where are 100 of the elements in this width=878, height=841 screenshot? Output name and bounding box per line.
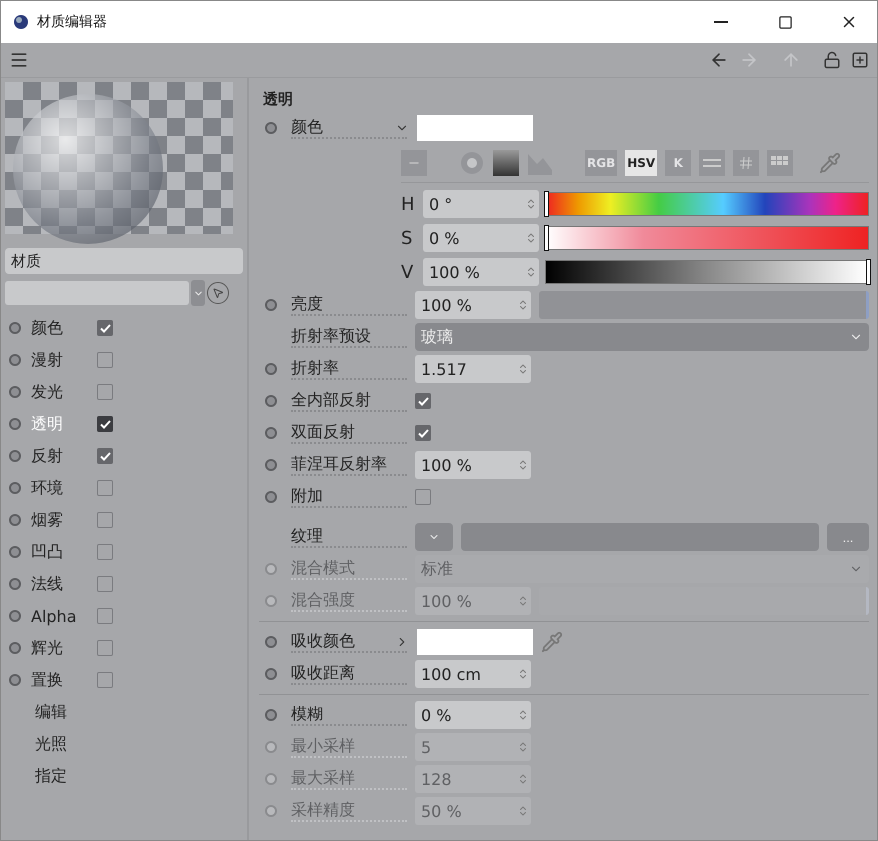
lock-icon[interactable] xyxy=(823,51,841,69)
pointer-button[interactable] xyxy=(207,282,229,304)
number-field[interactable]: 1.517 xyxy=(415,355,531,383)
channel-checkbox[interactable] xyxy=(97,352,113,368)
eyedropper-icon[interactable] xyxy=(819,152,841,174)
color-gradient-slider[interactable] xyxy=(545,226,869,250)
material-name-field[interactable]: 材质 xyxy=(5,248,243,274)
spinner-icon[interactable] xyxy=(517,668,529,680)
color-gradient-slider[interactable] xyxy=(545,260,869,284)
property-label: 纹理 xyxy=(291,526,407,548)
animation-dot-icon[interactable] xyxy=(265,427,277,439)
gradient-swatch-icon[interactable] xyxy=(493,150,519,176)
channel-checkbox[interactable] xyxy=(97,416,113,432)
animation-dot-icon[interactable] xyxy=(265,668,277,680)
channel-checkbox[interactable] xyxy=(97,512,113,528)
sidebar-item[interactable]: 光照 xyxy=(5,728,243,760)
spinner-icon[interactable] xyxy=(525,198,537,210)
channel-item[interactable]: 凹凸 xyxy=(31,542,87,562)
checkbox[interactable] xyxy=(415,489,431,505)
animation-dot-icon[interactable] xyxy=(9,674,21,686)
color-swatch[interactable] xyxy=(417,115,533,141)
channel-checkbox[interactable] xyxy=(97,320,113,336)
channel-item[interactable]: 反射 xyxy=(31,446,87,466)
sliders-icon[interactable] xyxy=(699,150,726,176)
channel-item[interactable]: 发光 xyxy=(31,382,87,402)
channel-item[interactable]: Alpha xyxy=(31,606,87,626)
channel-item[interactable]: 法线 xyxy=(31,574,87,594)
slider-fill[interactable] xyxy=(539,291,869,319)
animation-dot-icon[interactable] xyxy=(265,595,277,607)
animation-dot-icon[interactable] xyxy=(265,122,277,134)
channel-item[interactable]: 颜色 xyxy=(31,318,87,338)
slider-thumb[interactable] xyxy=(544,191,549,217)
animation-dot-icon[interactable] xyxy=(9,354,21,366)
channel-item[interactable]: 环境 xyxy=(31,478,87,498)
animation-dot-icon[interactable] xyxy=(265,773,277,785)
animation-dot-icon[interactable] xyxy=(265,459,277,471)
channel-item[interactable]: 漫射 xyxy=(31,350,87,370)
channel-label: V xyxy=(401,262,414,282)
minimize-icon xyxy=(714,21,728,23)
channel-checkbox[interactable] xyxy=(97,480,113,496)
new-window-icon[interactable] xyxy=(851,51,869,69)
animation-dot-icon[interactable] xyxy=(9,578,21,590)
channel-item[interactable]: 辉光 xyxy=(31,638,87,658)
color-mode-tab[interactable]: HSV xyxy=(625,150,658,176)
color-wheel-icon[interactable] xyxy=(459,150,485,176)
animation-dot-icon[interactable] xyxy=(9,642,21,654)
number-field[interactable]: 0 % xyxy=(415,701,531,729)
spinner-icon[interactable] xyxy=(517,363,529,375)
channel-checkbox[interactable] xyxy=(97,576,113,592)
animation-dot-icon[interactable] xyxy=(9,610,21,622)
animation-dot-icon[interactable] xyxy=(265,299,277,311)
color-gradient-slider[interactable] xyxy=(545,192,869,216)
animation-dot-icon[interactable] xyxy=(265,741,277,753)
animation-dot-icon[interactable] xyxy=(265,563,277,575)
dropdown-button[interactable] xyxy=(191,280,205,306)
animation-dot-icon[interactable] xyxy=(265,491,277,503)
animation-dot-icon[interactable] xyxy=(9,418,21,430)
animation-dot-icon[interactable] xyxy=(9,514,21,526)
checkbox[interactable] xyxy=(415,393,431,409)
slider-thumb[interactable] xyxy=(544,225,549,251)
color-swatch[interactable] xyxy=(417,629,533,655)
number-field[interactable]: 100 cm xyxy=(415,660,531,688)
texture-field[interactable] xyxy=(461,523,819,551)
checkbox[interactable] xyxy=(415,425,431,441)
animation-dot-icon[interactable] xyxy=(265,709,277,721)
layer-field[interactable] xyxy=(5,281,189,305)
animation-dot-icon[interactable] xyxy=(265,805,277,817)
number-field[interactable]: 100 % xyxy=(415,291,531,319)
slider-thumb[interactable] xyxy=(866,259,871,285)
spinner-icon[interactable] xyxy=(517,299,529,311)
animation-dot-icon[interactable] xyxy=(9,450,21,462)
number-field[interactable]: 100 % xyxy=(423,258,539,286)
spinner-icon[interactable] xyxy=(517,459,529,471)
grid-icon[interactable] xyxy=(767,150,794,176)
sidebar-item[interactable]: 指定 xyxy=(5,760,243,792)
channel-checkbox[interactable] xyxy=(97,448,113,464)
animation-dot-icon[interactable] xyxy=(265,395,277,407)
sidebar-item[interactable]: 编辑 xyxy=(5,696,243,728)
channel-item[interactable]: 置换 xyxy=(31,670,87,690)
spinner-icon[interactable] xyxy=(525,266,537,278)
property-label: 亮度 xyxy=(291,294,407,316)
number-field[interactable]: 100 % xyxy=(415,451,531,479)
animation-dot-icon[interactable] xyxy=(9,322,21,334)
channel-checkbox[interactable] xyxy=(97,384,113,400)
animation-dot-icon[interactable] xyxy=(9,386,21,398)
eyedropper-icon[interactable] xyxy=(541,631,563,653)
animation-dot-icon[interactable] xyxy=(9,546,21,558)
spinner-icon[interactable] xyxy=(525,232,537,244)
channel-item[interactable]: 烟雾 xyxy=(31,510,87,530)
channel-checkbox[interactable] xyxy=(97,640,113,656)
animation-dot-icon[interactable] xyxy=(9,482,21,494)
hash-icon[interactable] xyxy=(733,150,760,176)
animation-dot-icon[interactable] xyxy=(265,363,277,375)
channel-checkbox[interactable] xyxy=(97,608,113,624)
channel-checkbox[interactable] xyxy=(97,544,113,560)
number-field[interactable]: 0 % xyxy=(423,224,539,252)
number-field[interactable]: 0 ° xyxy=(423,190,539,218)
animation-dot-icon[interactable] xyxy=(265,636,277,648)
channel-checkbox[interactable] xyxy=(97,672,113,688)
spinner-icon[interactable] xyxy=(517,709,529,721)
